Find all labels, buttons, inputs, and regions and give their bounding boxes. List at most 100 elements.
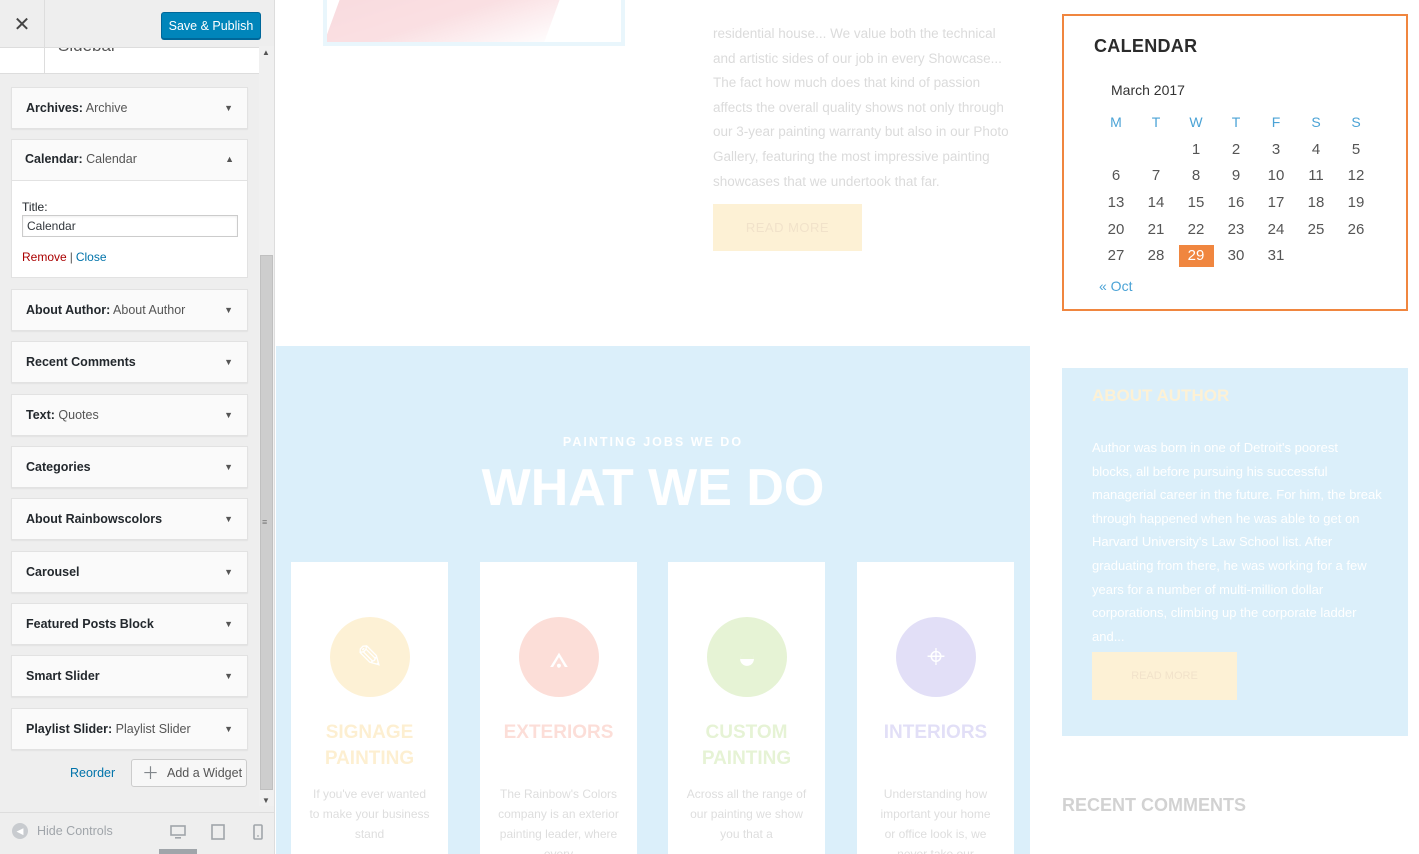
calendar-day: 1 <box>1191 140 1201 158</box>
calendar-day <box>1136 137 1176 164</box>
weekday: T <box>1151 114 1161 130</box>
weekday: S <box>1351 114 1361 130</box>
widget-calendar-header[interactable]: Calendar: Calendar ▲ <box>12 140 247 181</box>
widget-type-label: Recent Comments <box>26 355 136 369</box>
weekday: F <box>1271 114 1281 130</box>
calendar-day: 21 <box>1147 220 1165 238</box>
widget-type-label: Categories <box>26 460 91 474</box>
widget-playlist-slider[interactable]: Playlist Slider: Playlist Slider ▼ <box>11 708 248 750</box>
widget-featured-posts-block[interactable]: Featured Posts Block ▼ <box>11 603 248 645</box>
expand-arrow-icon[interactable]: ▼ <box>224 709 233 749</box>
palette-icon: ✎ <box>330 617 410 697</box>
about-read-more-button[interactable]: READ MORE <box>1092 652 1237 700</box>
service-text: If you've ever wanted to make your busin… <box>309 787 430 841</box>
widget-type-label: About Author: <box>26 303 111 317</box>
expand-arrow-icon[interactable]: ▼ <box>224 290 233 330</box>
calendar-day: 11 <box>1308 167 1324 185</box>
service-text: The Rainbow's Colors company is an exter… <box>498 787 619 854</box>
widget-type-label: Calendar: <box>25 152 83 166</box>
widget-calendar-expanded: Calendar: Calendar ▲ Title: Remove|Close <box>11 139 248 278</box>
expand-arrow-icon[interactable]: ▼ <box>224 499 233 539</box>
calendar-week-row: 20 21 22 23 24 25 26 <box>1096 217 1376 244</box>
service-card[interactable]: ⟑ EXTERIORS The Rainbow's Colors company… <box>480 562 637 854</box>
calendar-day-today-label: 29 <box>1178 245 1214 268</box>
calendar-week-row: 6 7 8 9 10 11 12 <box>1096 163 1376 190</box>
widget-categories[interactable]: Categories ▼ <box>11 446 248 488</box>
calendar-caption: March 2017 <box>1111 82 1185 98</box>
hide-controls-button[interactable]: ◀ Hide Controls <box>12 823 113 839</box>
post-excerpt: residential house... We value both the t… <box>713 26 1009 189</box>
compass-icon: ⟑ <box>519 617 599 697</box>
widget-type-label: Text: <box>26 408 55 422</box>
about-author-text: Author was born in one of Detroit's poor… <box>1092 440 1382 644</box>
desktop-preview-icon[interactable] <box>170 824 186 840</box>
calendar-day: 5 <box>1351 140 1361 158</box>
widget-carousel[interactable]: Carousel ▼ <box>11 551 248 593</box>
calendar-day: 10 <box>1267 167 1285 185</box>
calendar-day: 19 <box>1347 194 1365 212</box>
calendar-grid: M T W T F S S 1 2 3 4 5 6 7 8 9 10 11 12 13 14 15 16 17 1… <box>1096 110 1376 270</box>
calendar-day-today: 29 <box>1176 243 1216 270</box>
weekday-header: M T W T F S S <box>1096 110 1376 137</box>
expand-arrow-icon[interactable]: ▼ <box>224 604 233 644</box>
widget-text-quotes[interactable]: Text: Quotes ▼ <box>11 394 248 436</box>
widget-smart-slider[interactable]: Smart Slider ▼ <box>11 655 248 697</box>
calendar-day: 17 <box>1267 194 1285 212</box>
widget-about-rainbowscolors[interactable]: About Rainbowscolors ▼ <box>11 498 248 540</box>
widget-archives[interactable]: Archives: Archive ▼ <box>11 87 248 129</box>
expand-arrow-icon[interactable]: ▼ <box>224 552 233 592</box>
calendar-day: 26 <box>1347 220 1365 238</box>
widget-calendar-head-inner: Calendar: Calendar ▲ <box>11 139 248 181</box>
widget-title-label: Archive <box>85 101 128 115</box>
remove-link[interactable]: Remove <box>22 250 67 264</box>
title-field[interactable] <box>22 215 238 237</box>
about-author-title: ABOUT AUTHOR <box>1092 386 1230 405</box>
mobile-preview-icon[interactable] <box>250 824 266 840</box>
calendar-day <box>1096 137 1136 164</box>
save-publish-button[interactable]: Save & Publish <box>161 12 261 39</box>
calendar-day: 25 <box>1307 220 1325 238</box>
widget-type-label: Featured Posts Block <box>26 617 154 631</box>
calendar-day: 27 <box>1107 247 1125 265</box>
beret-icon: ◒ <box>707 617 787 697</box>
calendar-week-row: 13 14 15 16 17 18 19 <box>1096 190 1376 217</box>
read-more-button[interactable]: READ MORE <box>713 204 862 251</box>
calendar-day: 24 <box>1267 220 1285 238</box>
tablet-preview-icon[interactable] <box>210 824 226 840</box>
close-link[interactable]: Close <box>76 250 107 264</box>
calendar-day: 13 <box>1107 194 1125 212</box>
lamp-icon: ⌖ <box>896 617 976 697</box>
expand-arrow-icon[interactable]: ▼ <box>224 395 233 435</box>
post-thumbnail[interactable] <box>323 0 625 46</box>
calendar-prev-month-link[interactable]: « Oct <box>1099 278 1132 294</box>
calendar-day: 28 <box>1147 247 1165 265</box>
calendar-day: 30 <box>1227 247 1245 265</box>
expand-arrow-icon[interactable]: ▼ <box>224 88 233 128</box>
active-device-indicator <box>159 849 197 854</box>
scroll-up-arrow-icon[interactable]: ▲ <box>262 48 270 57</box>
service-text: Across all the range of our painting we … <box>686 787 807 841</box>
widget-type-label: Carousel <box>26 565 80 579</box>
calendar-day: 22 <box>1187 220 1205 238</box>
expand-arrow-icon[interactable]: ▼ <box>224 656 233 696</box>
calendar-widget[interactable]: CALENDAR March 2017 M T W T F S S 123456… <box>1062 14 1408 311</box>
section-subtitle: PAINTING JOBS WE DO <box>562 435 744 449</box>
separator: | <box>69 250 73 264</box>
widget-recent-comments[interactable]: Recent Comments ▼ <box>11 341 248 383</box>
calendar-day: 7 <box>1151 167 1161 185</box>
weekday: S <box>1311 114 1321 130</box>
expand-arrow-icon[interactable]: ▼ <box>224 342 233 382</box>
collapse-icon: ◀ <box>12 823 28 839</box>
scroll-down-arrow-icon[interactable]: ▼ <box>262 796 270 805</box>
service-card[interactable]: ✎ SIGNAGE PAINTING If you've ever wanted… <box>291 562 448 854</box>
widget-about-author[interactable]: About Author: About Author ▼ <box>11 289 248 331</box>
site-preview: residential house... We value both the t… <box>276 0 1419 854</box>
expand-arrow-icon[interactable]: ▼ <box>224 447 233 487</box>
add-widget-button[interactable]: ＋ Add a Widget <box>131 759 247 787</box>
collapse-arrow-icon[interactable]: ▲ <box>225 139 234 179</box>
service-card[interactable]: ◒ CUSTOM PAINTING Across all the range o… <box>668 562 825 854</box>
service-card[interactable]: ⌖ INTERIORS Understanding how important … <box>857 562 1014 854</box>
close-icon[interactable]: ✕ <box>0 0 45 48</box>
reorder-link[interactable]: Reorder <box>70 766 115 780</box>
customizer-footer: ◀ Hide Controls <box>0 812 274 854</box>
